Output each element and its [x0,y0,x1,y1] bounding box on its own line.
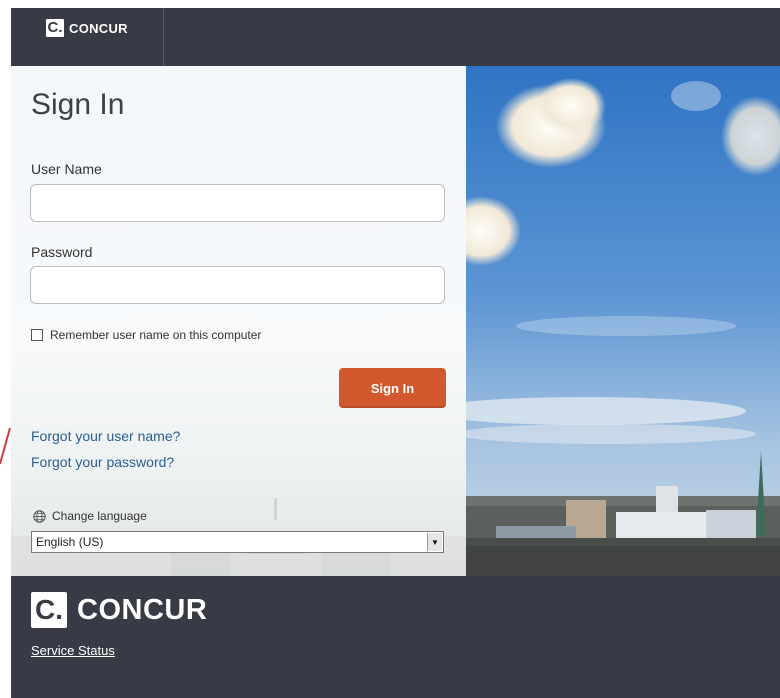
change-language-label: Change language [52,509,147,523]
page-title: Sign In [31,88,125,121]
username-input[interactable] [30,184,445,222]
username-label: User Name [31,161,102,177]
remember-row: Remember user name on this computer [31,328,261,342]
signin-button[interactable]: Sign In [339,368,446,408]
footer-logo-text: CONCUR [77,593,208,626]
concur-logo-icon: C. [31,592,67,628]
forgot-password-link[interactable]: Forgot your password? [31,454,174,470]
concur-logo-icon: C. [46,19,64,37]
city-sky-photo [466,66,780,576]
change-language-row[interactable]: Change language [33,509,147,523]
remember-label: Remember user name on this computer [50,328,262,342]
globe-icon [33,509,46,523]
password-input[interactable] [30,266,445,304]
language-select-value: English (US) [36,535,104,549]
footer-logo[interactable]: C. CONCUR [31,592,207,628]
password-label: Password [31,244,93,260]
service-status-link[interactable]: Service Status [31,643,115,658]
top-header: C. CONCUR [11,8,780,66]
remember-checkbox[interactable] [31,329,43,341]
dropdown-arrow-icon[interactable]: ▼ [427,533,442,551]
left-gutter [0,0,11,698]
header-logo[interactable]: C. CONCUR [46,19,128,37]
language-select[interactable]: English (US) ▼ [31,531,444,553]
forgot-username-link[interactable]: Forgot your user name? [31,428,180,444]
signin-panel: Sign In User Name Password Remember user… [11,66,466,576]
footer: C. CONCUR Service Status [11,576,780,698]
header-divider [163,8,164,66]
header-logo-text: CONCUR [69,20,128,36]
